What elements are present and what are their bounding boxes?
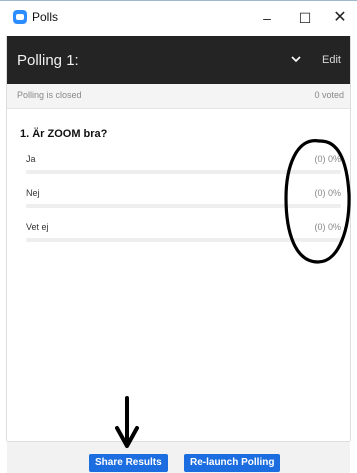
polls-window: Polls – ☐ ✕ Polling 1: Edit Polling is c… — [0, 0, 357, 473]
handdrawn-circle-annotation — [284, 139, 351, 264]
handdrawn-annotation-layer — [115, 139, 351, 448]
